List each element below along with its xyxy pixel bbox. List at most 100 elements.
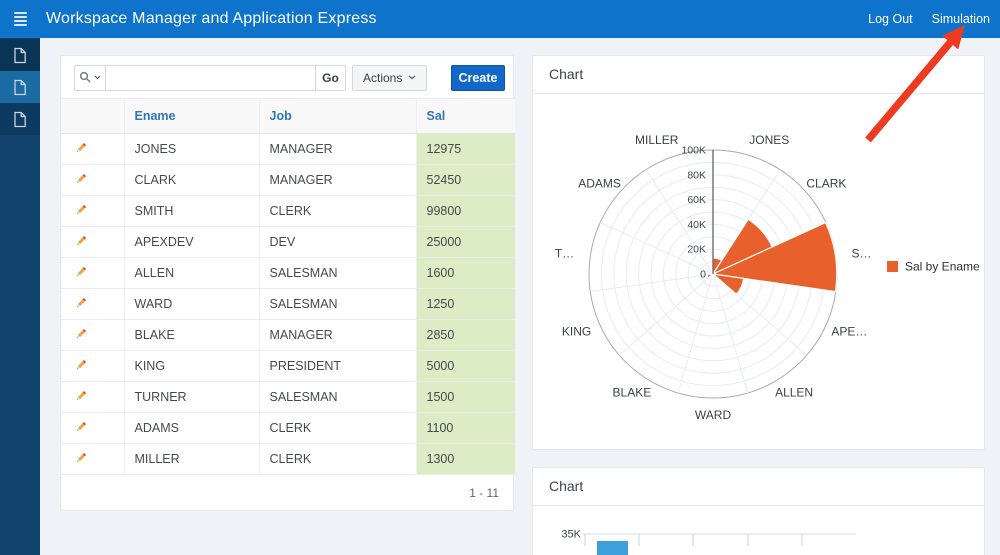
ename-cell: KING xyxy=(124,350,260,382)
svg-text:20K: 20K xyxy=(687,244,706,256)
table-row: BLAKE MANAGER 2850 xyxy=(61,319,515,351)
svg-text:40K: 40K xyxy=(687,219,706,231)
sal-cell: 12975 xyxy=(416,133,515,165)
ename-cell: WARD xyxy=(124,288,260,320)
region-title: Chart xyxy=(533,468,984,506)
ename-cell: CLARK xyxy=(124,164,260,196)
app-window: Workspace Manager and Application Expres… xyxy=(0,0,1000,555)
table-row: JONES MANAGER 12975 xyxy=(61,133,515,165)
sal-cell: 1100 xyxy=(416,412,515,444)
edit-cell xyxy=(61,412,125,444)
table-row: TURNER SALESMAN 1500 xyxy=(61,381,515,413)
edit-pencil-icon[interactable] xyxy=(74,357,89,372)
edit-pencil-icon[interactable] xyxy=(74,295,89,310)
report-toolbar: Go Actions Create xyxy=(61,56,513,98)
hamburger-bars xyxy=(13,12,27,26)
ename-cell: JONES xyxy=(124,133,260,165)
edit-cell xyxy=(61,350,125,382)
svg-text:80K: 80K xyxy=(687,169,706,181)
document-icon xyxy=(14,47,26,63)
table-row: CLARK MANAGER 52450 xyxy=(61,164,515,196)
edit-cell xyxy=(61,443,125,475)
simulation-link[interactable]: Simulation xyxy=(932,12,990,26)
edit-pencil-icon[interactable] xyxy=(74,326,89,341)
ename-cell: SMITH xyxy=(124,195,260,227)
sal-cell: 1300 xyxy=(416,443,515,475)
sal-cell: 52450 xyxy=(416,164,515,196)
job-cell: PRESIDENT xyxy=(259,350,417,382)
table-row: SMITH CLERK 99800 xyxy=(61,195,515,227)
ename-cell: ALLEN xyxy=(124,257,260,289)
svg-text:35K: 35K xyxy=(561,529,581,541)
svg-text:60K: 60K xyxy=(687,194,706,206)
edit-pencil-icon[interactable] xyxy=(74,264,89,279)
sal-cell: 99800 xyxy=(416,195,515,227)
ename-cell: TURNER xyxy=(124,381,260,413)
job-cell: MANAGER xyxy=(259,319,417,351)
edit-cell xyxy=(61,319,125,351)
edit-cell xyxy=(61,133,125,165)
search-options-button[interactable] xyxy=(74,64,106,91)
edit-pencil-icon[interactable] xyxy=(74,171,89,186)
edit-pencil-icon[interactable] xyxy=(74,388,89,403)
svg-text:0: 0 xyxy=(700,269,706,281)
edit-cell xyxy=(61,226,125,258)
report-region: Go Actions Create Ename Job Sal JONES MA… xyxy=(60,55,515,512)
sidebar-page-item-2[interactable] xyxy=(0,71,40,103)
sal-cell: 1600 xyxy=(416,257,515,289)
bar-chart: 35K xyxy=(561,529,856,555)
edit-cell xyxy=(61,195,125,227)
svg-text:CLARK: CLARK xyxy=(806,176,846,190)
search-input[interactable] xyxy=(105,64,316,91)
svg-text:JONES: JONES xyxy=(749,133,789,147)
app-header: Workspace Manager and Application Expres… xyxy=(0,0,1000,38)
document-icon xyxy=(14,79,26,95)
edit-pencil-icon[interactable] xyxy=(74,450,89,465)
job-cell: MANAGER xyxy=(259,133,417,165)
job-cell: CLERK xyxy=(259,412,417,444)
report-footer: 1 - 11 xyxy=(61,475,513,512)
svg-text:ALLEN: ALLEN xyxy=(775,385,813,399)
hamburger-menu-icon[interactable] xyxy=(0,0,40,38)
job-cell: CLERK xyxy=(259,443,417,475)
job-cell: SALESMAN xyxy=(259,288,417,320)
svg-text:T…: T… xyxy=(555,247,574,261)
svg-text:100K: 100K xyxy=(681,145,706,157)
document-icon xyxy=(14,111,26,127)
edit-pencil-icon[interactable] xyxy=(74,202,89,217)
create-button[interactable]: Create xyxy=(451,64,505,91)
edit-pencil-icon[interactable] xyxy=(74,140,89,155)
ename-cell: ADAMS xyxy=(124,412,260,444)
header-links: Log Out Simulation xyxy=(868,12,1000,26)
report-rows: JONES MANAGER 12975 CLARK MANAGER 52450 xyxy=(61,133,515,475)
job-cell: MANAGER xyxy=(259,164,417,196)
logout-link[interactable]: Log Out xyxy=(868,12,912,26)
column-header-job[interactable]: Job xyxy=(259,98,417,134)
table-row: APEXDEV DEV 25000 xyxy=(61,226,515,258)
column-header-sal[interactable]: Sal xyxy=(416,98,515,134)
bar-chart-region: Chart 35K xyxy=(532,467,985,555)
edit-pencil-icon[interactable] xyxy=(74,233,89,248)
column-header-ename[interactable]: Ename xyxy=(124,98,260,134)
bar xyxy=(597,541,628,555)
edit-cell xyxy=(61,288,125,320)
job-cell: SALESMAN xyxy=(259,257,417,289)
sal-cell: 5000 xyxy=(416,350,515,382)
actions-button[interactable]: Actions xyxy=(352,64,428,91)
table-row: ADAMS CLERK 1100 xyxy=(61,412,515,444)
sidebar-page-item-1[interactable] xyxy=(0,39,40,71)
go-button[interactable]: Go xyxy=(315,64,346,91)
search-icon xyxy=(79,71,91,83)
edit-pencil-icon[interactable] xyxy=(74,419,89,434)
edit-cell xyxy=(61,164,125,196)
app-title: Workspace Manager and Application Expres… xyxy=(46,10,377,27)
ename-cell: MILLER xyxy=(124,443,260,475)
sidebar-page-item-3[interactable] xyxy=(0,103,40,135)
svg-text:ADAMS: ADAMS xyxy=(578,176,621,190)
svg-text:MILLER: MILLER xyxy=(635,133,679,147)
polar-chart: 0 20K 40K 60K 80K 100K JONES CLARK S… APE… ALLEN WA… xyxy=(555,133,980,422)
table-row: ALLEN SALESMAN 1600 xyxy=(61,257,515,289)
svg-text:S…: S… xyxy=(851,247,871,261)
sal-cell: 25000 xyxy=(416,226,515,258)
job-cell: SALESMAN xyxy=(259,381,417,413)
